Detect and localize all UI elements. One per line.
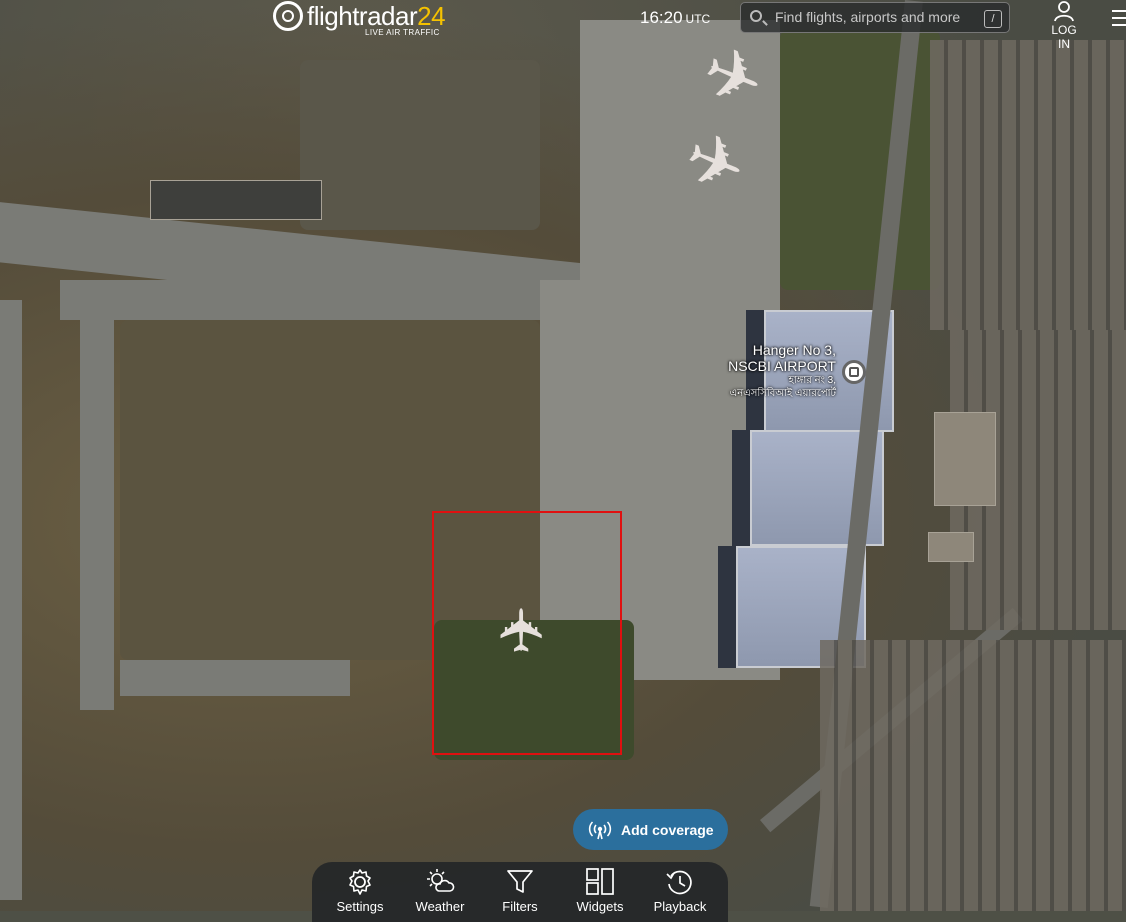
logo-name: flightradar bbox=[307, 1, 418, 31]
widgets-icon bbox=[586, 868, 614, 895]
logo-tagline: LIVE AIR TRAFFIC bbox=[365, 28, 440, 37]
buildings-area bbox=[820, 640, 1126, 911]
playback-icon bbox=[666, 870, 692, 895]
building bbox=[934, 412, 996, 506]
place-label-bn-line1: হাঙ্গার নং 3, bbox=[788, 375, 836, 386]
add-coverage-label: Add coverage bbox=[621, 821, 714, 838]
search-input[interactable] bbox=[773, 8, 977, 26]
building bbox=[928, 532, 974, 562]
map-place-label[interactable]: Hanger No 3, NSCBI AIRPORT হাঙ্গার নং 3,… bbox=[700, 342, 836, 400]
satellite-map[interactable]: ✈ ✈ ✈ bbox=[0, 0, 1126, 911]
filter-icon bbox=[507, 870, 533, 893]
highlight-box bbox=[432, 511, 622, 755]
radar-icon bbox=[273, 1, 303, 31]
museum-icon[interactable] bbox=[842, 360, 866, 384]
building bbox=[150, 180, 322, 220]
hamburger-menu-icon[interactable] bbox=[1112, 10, 1126, 31]
filters-label: Filters bbox=[502, 899, 538, 914]
search-shortcut-key: / bbox=[984, 10, 1002, 28]
login-label: LOG IN bbox=[1051, 23, 1077, 51]
logo[interactable]: flightradar24 LIVE AIR TRAFFIC bbox=[273, 0, 446, 37]
grass-field bbox=[300, 60, 540, 230]
playback-button[interactable]: Playback bbox=[642, 862, 718, 922]
filters-button[interactable]: Filters bbox=[482, 862, 558, 922]
place-label-bn-line2: এনএসসিবিআই এয়ারপোর্ট bbox=[729, 388, 836, 399]
utc-clock: 16:20 UTC bbox=[640, 8, 710, 28]
taxiway bbox=[80, 290, 114, 710]
login-button[interactable]: LOG IN bbox=[1044, 0, 1084, 51]
weather-button[interactable]: Weather bbox=[402, 862, 478, 922]
place-label-en-line1: Hanger No 3, bbox=[752, 342, 836, 358]
playback-label: Playback bbox=[653, 899, 707, 914]
taxiway bbox=[120, 660, 350, 696]
search-icon bbox=[750, 10, 762, 22]
weather-label: Weather bbox=[415, 899, 465, 914]
clock-zone: UTC bbox=[685, 12, 711, 26]
logo-number: 24 bbox=[417, 1, 446, 31]
taxiway bbox=[60, 280, 580, 320]
widgets-button[interactable]: Widgets bbox=[562, 862, 638, 922]
search-box[interactable]: / bbox=[740, 2, 1010, 33]
gear-icon bbox=[349, 869, 371, 895]
add-coverage-button[interactable]: Add coverage bbox=[573, 809, 728, 850]
place-label-en-line2: NSCBI AIRPORT bbox=[728, 358, 836, 374]
settings-button[interactable]: Settings bbox=[322, 862, 398, 922]
weather-icon bbox=[427, 869, 455, 892]
clock-time: 16:20 bbox=[640, 8, 683, 27]
bottom-toolbar: Settings Weather Filters Widgets Playbac… bbox=[312, 862, 728, 922]
buildings-area bbox=[930, 40, 1126, 330]
antenna-icon bbox=[588, 820, 612, 839]
settings-label: Settings bbox=[336, 899, 384, 914]
grass-field bbox=[780, 30, 940, 290]
widgets-label: Widgets bbox=[576, 899, 624, 914]
taxiway bbox=[0, 300, 22, 900]
user-icon bbox=[1054, 1, 1074, 22]
